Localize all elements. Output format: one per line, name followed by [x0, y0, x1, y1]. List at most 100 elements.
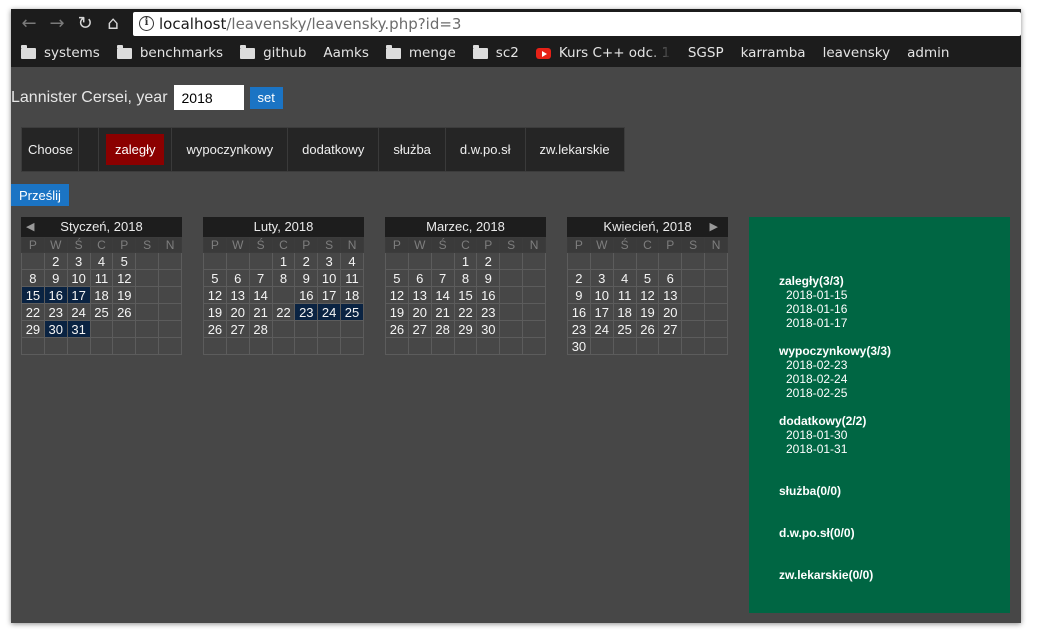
calendar-day[interactable]: 13 — [407, 286, 432, 304]
calendar-day[interactable]: 1 — [271, 252, 296, 270]
calendar-day[interactable]: 9 — [294, 269, 319, 287]
forward-arrow-icon[interactable]: → — [45, 12, 69, 36]
home-icon[interactable]: ⌂ — [101, 12, 125, 36]
calendar-day[interactable]: 19 — [635, 303, 660, 321]
calendar-day[interactable]: 22 — [21, 303, 45, 321]
calendar-day[interactable]: 5 — [203, 269, 227, 287]
calendar-day[interactable]: 24 — [317, 303, 342, 321]
bookmark-item[interactable]: sc2 — [472, 39, 519, 67]
calendar-day[interactable]: 23 — [476, 303, 501, 321]
calendar-day[interactable]: 1 — [453, 252, 478, 270]
calendar-day[interactable]: 20 — [658, 303, 683, 321]
calendar-day[interactable]: 26 — [635, 320, 660, 338]
calendar-day[interactable]: 16 — [43, 286, 68, 304]
calendar-day[interactable]: 4 — [89, 252, 114, 270]
calendar-day[interactable]: 23 — [43, 303, 68, 321]
calendar-day[interactable]: 28 — [430, 320, 455, 338]
calendar-day[interactable]: 4 — [612, 269, 637, 287]
calendar-day[interactable]: 22 — [453, 303, 478, 321]
calendar-day[interactable]: 17 — [66, 286, 91, 304]
calendar-day[interactable]: 7 — [430, 269, 455, 287]
calendar-day[interactable]: 19 — [203, 303, 227, 321]
leave-type-option[interactable]: zw.lekarskie — [526, 128, 624, 171]
calendar-day[interactable]: 24 — [589, 320, 614, 338]
calendar-day[interactable]: 2 — [43, 252, 68, 270]
bookmark-item[interactable]: benchmarks — [116, 39, 223, 67]
calendar-day[interactable]: 30 — [43, 320, 68, 338]
calendar-day[interactable]: 31 — [66, 320, 91, 338]
bookmark-item[interactable]: leavensky — [823, 39, 891, 67]
calendar-day[interactable]: 27 — [225, 320, 250, 338]
calendar-day[interactable]: 10 — [317, 269, 342, 287]
bookmark-item[interactable]: karramba — [741, 39, 806, 67]
calendar-day[interactable]: 5 — [385, 269, 409, 287]
calendar-day[interactable]: 18 — [340, 286, 364, 304]
calendar-day[interactable]: 12 — [203, 286, 227, 304]
calendar-day[interactable]: 12 — [385, 286, 409, 304]
bookmark-item[interactable]: github — [240, 39, 306, 67]
leave-type-option[interactable]: służba — [379, 128, 446, 171]
leave-type-option[interactable]: d.w.po.sł — [446, 128, 526, 171]
calendar-day[interactable]: 9 — [476, 269, 501, 287]
calendar-day[interactable]: 25 — [612, 320, 637, 338]
calendar-day[interactable]: 15 — [21, 286, 45, 304]
calendar-day[interactable]: 29 — [453, 320, 478, 338]
calendar-day[interactable]: 25 — [89, 303, 114, 321]
calendar-day[interactable]: 2 — [476, 252, 501, 270]
calendar-day[interactable]: 17 — [317, 286, 342, 304]
calendar-day[interactable]: 28 — [248, 320, 273, 338]
calendar-day[interactable]: 26 — [112, 303, 137, 321]
calendar-day[interactable]: 30 — [476, 320, 501, 338]
reload-icon[interactable]: ↻ — [73, 12, 97, 36]
calendar-day[interactable]: 27 — [658, 320, 683, 338]
bookmark-item[interactable]: menge — [385, 39, 456, 67]
calendar-day[interactable]: 13 — [658, 286, 683, 304]
calendar-day[interactable]: 8 — [453, 269, 478, 287]
calendar-day[interactable]: 6 — [225, 269, 250, 287]
calendar-day[interactable]: 5 — [112, 252, 137, 270]
calendar-day[interactable]: 8 — [271, 269, 296, 287]
calendar-day[interactable]: 4 — [340, 252, 364, 270]
leave-type-option[interactable]: zaległy — [99, 128, 173, 171]
calendar-day[interactable]: 19 — [112, 286, 137, 304]
calendar-day[interactable]: 16 — [567, 303, 591, 321]
calendar-day[interactable]: 8 — [21, 269, 45, 287]
bookmark-item[interactable]: admin — [907, 39, 949, 67]
prev-month-icon[interactable]: ◀ — [26, 217, 34, 237]
calendar-day[interactable]: 3 — [589, 269, 614, 287]
bookmark-item[interactable]: Aamks — [323, 39, 369, 67]
year-input[interactable] — [173, 85, 244, 110]
calendar-day[interactable]: 23 — [294, 303, 319, 321]
calendar-day[interactable]: 6 — [407, 269, 432, 287]
next-month-icon[interactable]: ▶ — [710, 217, 718, 237]
calendar-day[interactable]: 26 — [203, 320, 227, 338]
calendar-day[interactable]: 17 — [589, 303, 614, 321]
calendar-day[interactable]: 2 — [567, 269, 591, 287]
calendar-day[interactable]: 6 — [658, 269, 683, 287]
calendar-day[interactable]: 22 — [271, 303, 296, 321]
calendar-day[interactable]: 29 — [21, 320, 45, 338]
calendar-day[interactable]: 21 — [430, 303, 455, 321]
submit-button[interactable]: Prześlij — [11, 184, 69, 206]
calendar-day[interactable]: 30 — [567, 337, 591, 355]
address-bar[interactable]: i localhost/leavensky/leavensky.php?id=3 — [133, 12, 1021, 36]
calendar-day[interactable]: 15 — [453, 286, 478, 304]
calendar-day[interactable]: 7 — [248, 269, 273, 287]
leave-type-option[interactable]: wypoczynkowy — [172, 128, 289, 171]
calendar-day[interactable]: 10 — [66, 269, 91, 287]
calendar-day[interactable]: 11 — [612, 286, 637, 304]
calendar-day[interactable]: 11 — [89, 269, 114, 287]
calendar-day[interactable]: 16 — [476, 286, 501, 304]
bookmark-item[interactable]: systems — [21, 39, 100, 67]
calendar-day[interactable]: 3 — [66, 252, 91, 270]
calendar-day[interactable]: 9 — [43, 269, 68, 287]
calendar-day[interactable]: 18 — [89, 286, 114, 304]
calendar-day[interactable]: 10 — [589, 286, 614, 304]
calendar-day[interactable]: 25 — [340, 303, 364, 321]
info-icon[interactable]: i — [139, 16, 154, 31]
calendar-day[interactable]: 14 — [430, 286, 455, 304]
bookmark-item[interactable]: Kurs C++ odc. 16 — [535, 39, 671, 67]
leave-type-option[interactable]: dodatkowy — [288, 128, 380, 171]
calendar-day[interactable]: 11 — [340, 269, 364, 287]
calendar-day[interactable]: 13 — [225, 286, 250, 304]
